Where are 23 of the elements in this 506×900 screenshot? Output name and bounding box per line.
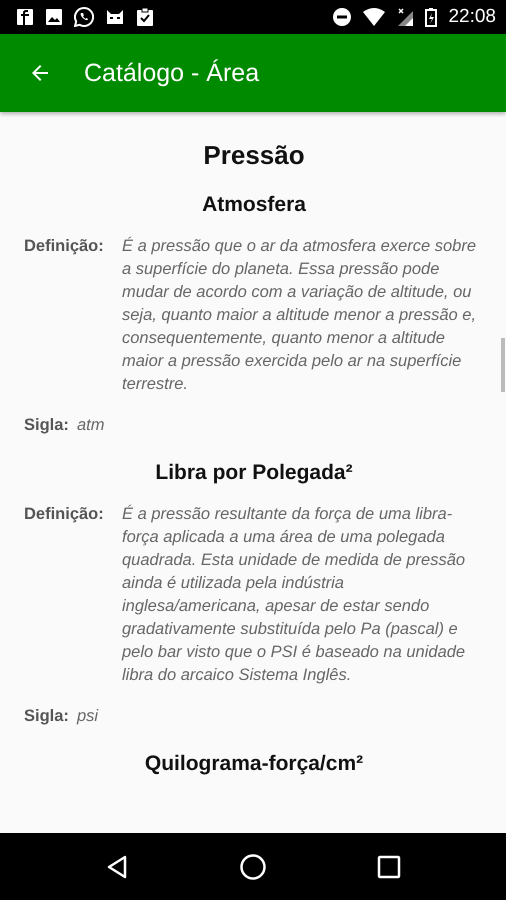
unit-heading: Quilograma-força/cm² (144, 752, 364, 776)
screen-title: Catálogo - Área (84, 58, 260, 88)
field-label: Definição: (24, 236, 105, 257)
field-label: Sigla: (24, 706, 69, 727)
definition-text: É a pressão que o ar da atmosfera exerce sobre a superfície do planeta. Essa pressão pode mudar de acordo com a variação de altitude, ou seja, quanto maior a altitude menor a pressão e, consequentemente, quanto menor a altitude maior a pressão exercida pelo ar na superfície terrestre. (122, 236, 478, 395)
field-label: Sigla: (24, 415, 69, 436)
abbreviation-text: psi (76, 706, 98, 727)
scrollbar (501, 338, 505, 392)
battery-icon (425, 7, 438, 27)
field-label: Definição: (24, 504, 105, 525)
do-not-disturb-icon (332, 7, 352, 27)
wifi-icon (363, 8, 386, 26)
signal-icon (396, 7, 414, 27)
status-time: 22:08 (448, 6, 496, 28)
unit-heading: Atmosfera (201, 193, 307, 217)
abbreviation-text: atm (76, 415, 104, 436)
chat-bubble-icon (74, 7, 94, 27)
image-icon (45, 8, 63, 26)
clipboard-check-icon (136, 7, 154, 27)
page-title: Pressão (202, 140, 306, 171)
definition-text: É a pressão resultante da força de uma libra-força aplicada a uma área de uma polegada quadrada. Esta unidade de medida de pressão ainda é utilizada pela indústria inglesa/americana, apesar de estar sendo gradativamente substituída pelo Pa (pascal) e pelo bar visto que o PSI é baseado na unidade libra do arcaico Sistema Inglês. (122, 504, 466, 686)
cat-face-icon (105, 8, 125, 26)
unit-heading: Libra por Polegada² (154, 461, 354, 485)
